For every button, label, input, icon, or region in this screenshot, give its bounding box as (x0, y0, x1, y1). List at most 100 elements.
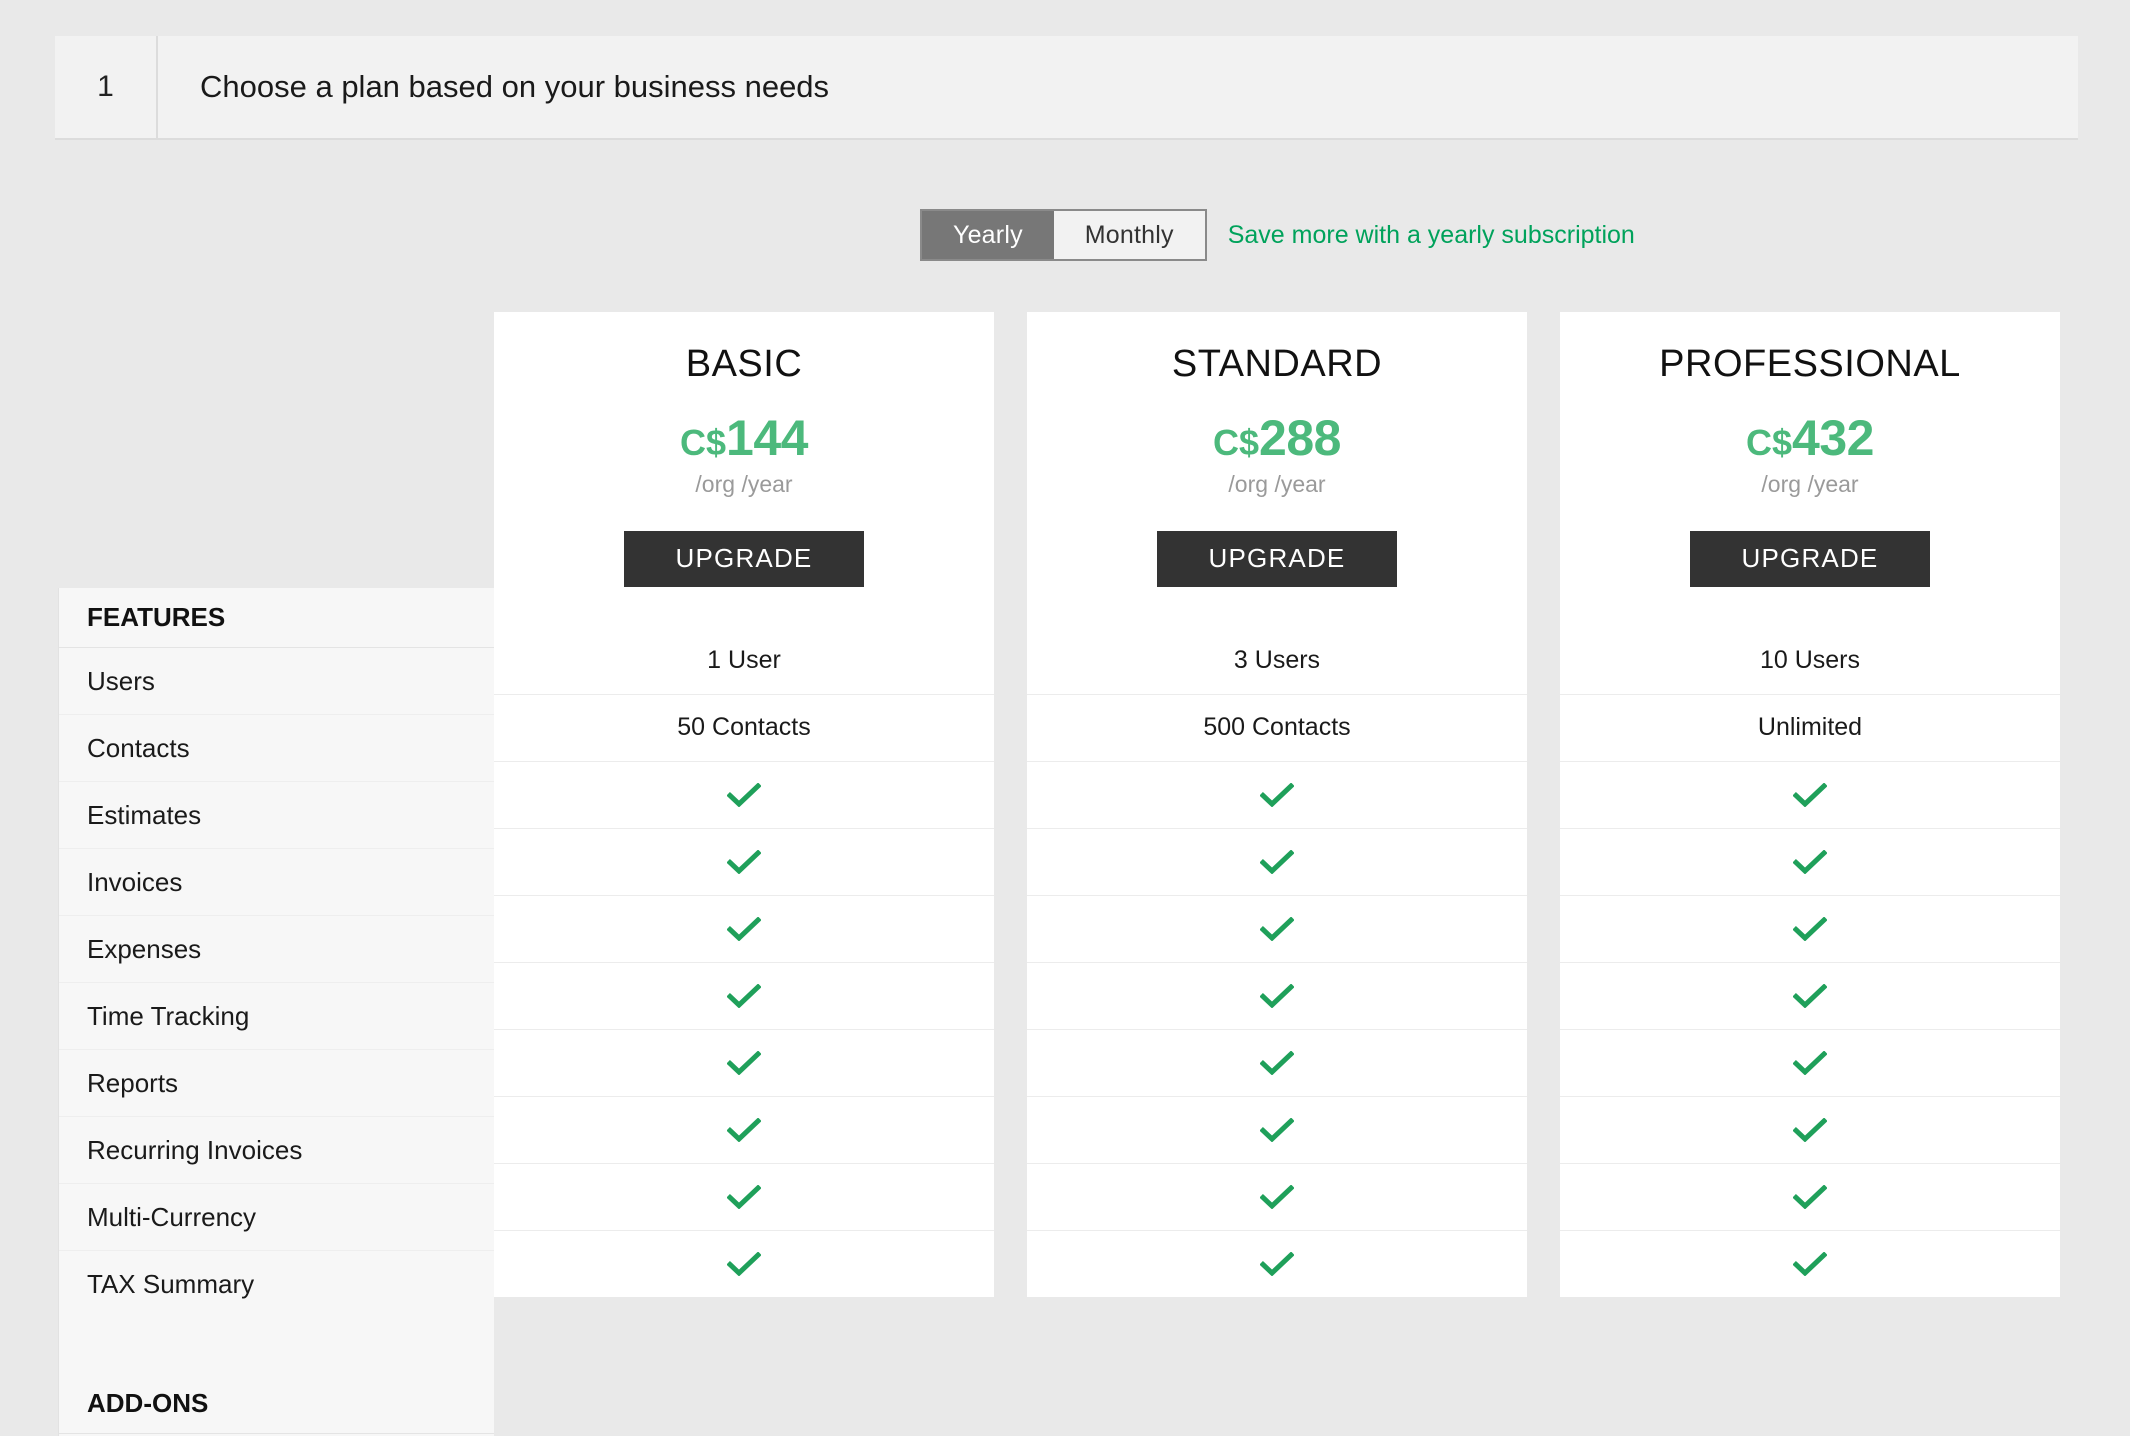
plan-currency: C$ (1213, 421, 1260, 463)
plan-name: PROFESSIONAL (1659, 343, 1961, 385)
step-number: 1 (55, 36, 158, 138)
feature-check-icon (1560, 961, 2060, 1029)
plan-card-basic: BASIC C$ 144/org /year UPGRADE 1 User 50 Cont… (494, 312, 994, 1297)
feature-check-icon (494, 1028, 994, 1096)
plan-feature-value: Unlimited (1560, 693, 2060, 761)
feature-check-icon (494, 1162, 994, 1230)
check-icon (1260, 849, 1294, 874)
feature-row: Estimates (59, 782, 494, 849)
features-list: Users Contacts Estimates Invoices Expenses Ti… (59, 648, 494, 1318)
feature-check-icon (494, 1095, 994, 1163)
feature-check-icon (1027, 760, 1527, 828)
check-icon (1793, 983, 1827, 1008)
check-icon (727, 983, 761, 1008)
upgrade-button[interactable]: UPGRADE (624, 530, 864, 587)
feature-row: TAX Summary (59, 1251, 494, 1318)
feature-check-icon (1027, 1095, 1527, 1163)
feature-check-icon (494, 760, 994, 828)
plan-period: /org /year (695, 470, 793, 497)
billing-toggle-row: Yearly Monthly Save more with a yearly s… (0, 209, 2130, 261)
feature-check-icon (494, 894, 994, 962)
plan-feature-value: 500 Contacts (1027, 693, 1527, 761)
plan-price: C$ 432 (1746, 413, 1874, 463)
feature-row: Expenses (59, 916, 494, 983)
check-icon (1260, 983, 1294, 1008)
feature-check-icon (494, 827, 994, 895)
check-icon (727, 1184, 761, 1209)
plan-amount: 432 (1792, 409, 1874, 466)
features-sidebar: FEATURES Users Contacts Estimates Invoices E… (58, 588, 494, 1436)
feature-check-icon (494, 961, 994, 1029)
check-icon (727, 1251, 761, 1276)
check-icon (727, 1050, 761, 1075)
features-header: FEATURES (59, 588, 494, 648)
plan-amount: 288 (1259, 409, 1341, 466)
feature-label: TAX Summary (87, 1269, 255, 1299)
plan-name: STANDARD (1171, 343, 1383, 385)
check-icon (1260, 1050, 1294, 1075)
feature-check-icon (1560, 1095, 2060, 1163)
plan-period: /org /year (1228, 470, 1326, 497)
feature-check-icon (494, 1229, 994, 1297)
check-icon (727, 849, 761, 874)
feature-row: Users (59, 648, 494, 715)
upgrade-button[interactable]: UPGRADE (1157, 530, 1397, 587)
check-icon (1793, 849, 1827, 874)
feature-check-icon (1560, 1162, 2060, 1230)
check-icon (1793, 1050, 1827, 1075)
feature-row: Invoices (59, 849, 494, 916)
feature-check-icon (1027, 1162, 1527, 1230)
feature-label: Time Tracking (87, 1000, 250, 1031)
plan-feature-value: 50 Contacts (494, 693, 994, 761)
plan-feature-value: 3 Users (1233, 645, 1321, 674)
check-icon (1793, 1117, 1827, 1142)
feature-label: Multi-Currency (87, 1201, 257, 1232)
check-icon (1793, 916, 1827, 941)
check-icon (1260, 1184, 1294, 1209)
page-title: Choose a plan based on your business nee… (200, 69, 830, 104)
toggle-monthly[interactable]: Monthly (1053, 211, 1205, 259)
plan-card-standard: STANDARD C$ 288/org /year UPGRADE 3 Users 500… (1027, 312, 1527, 1297)
check-icon (727, 1117, 761, 1142)
upgrade-button-wrap: UPGRADE (1690, 530, 1930, 627)
upgrade-button-wrap: UPGRADE (1157, 530, 1397, 627)
plan-price: C$ 144 (680, 413, 808, 463)
plan-currency: C$ (1746, 421, 1793, 463)
plan-currency: C$ (680, 421, 727, 463)
feature-row: Time Tracking (59, 983, 494, 1050)
billing-period-toggle[interactable]: Yearly Monthly (920, 209, 1207, 261)
plan-feature-value: 10 Users (1759, 645, 1861, 674)
plan-amount: 144 (726, 409, 808, 466)
check-icon (1793, 1251, 1827, 1276)
savings-note: Save more with a yearly subscription (1227, 220, 1635, 249)
feature-label: Contacts (87, 732, 190, 763)
check-icon (1260, 1251, 1294, 1276)
plan-card-header: BASIC C$ 144/org /year UPGRADE (494, 312, 994, 627)
toggle-yearly[interactable]: Yearly (922, 211, 1054, 259)
feature-label: Expenses (87, 933, 202, 964)
plan-card-header: STANDARD C$ 288/org /year UPGRADE (1027, 312, 1527, 627)
check-icon (727, 782, 761, 807)
plan-name: BASIC (685, 343, 803, 385)
plan-price: C$ 288 (1213, 413, 1341, 463)
feature-label: Recurring Invoices (87, 1134, 303, 1165)
check-icon (1260, 782, 1294, 807)
check-icon (1793, 782, 1827, 807)
feature-row: Multi-Currency (59, 1184, 494, 1251)
feature-label: Users (87, 665, 155, 696)
pricing-page: 1 Choose a plan based on your business n… (0, 0, 2130, 1436)
step-header-bar: 1 Choose a plan based on your business n… (55, 36, 2078, 140)
feature-label: Reports (87, 1067, 179, 1098)
plan-card-professional: PROFESSIONAL C$ 432/org /year UPGRADE 10 Use… (1560, 312, 2060, 1297)
check-icon (1260, 916, 1294, 941)
upgrade-button[interactable]: UPGRADE (1690, 530, 1930, 587)
feature-check-icon (1027, 961, 1527, 1029)
feature-check-icon (1560, 1229, 2060, 1297)
plan-feature-value: 1 User (707, 645, 781, 674)
feature-check-icon (1560, 894, 2060, 962)
plan-period: /org /year (1761, 470, 1859, 497)
check-icon (1260, 1117, 1294, 1142)
plan-cards: BASIC C$ 144/org /year UPGRADE 1 User 50 Cont… (494, 312, 2062, 1297)
feature-check-icon (1560, 827, 2060, 895)
feature-check-icon (1027, 1028, 1527, 1096)
